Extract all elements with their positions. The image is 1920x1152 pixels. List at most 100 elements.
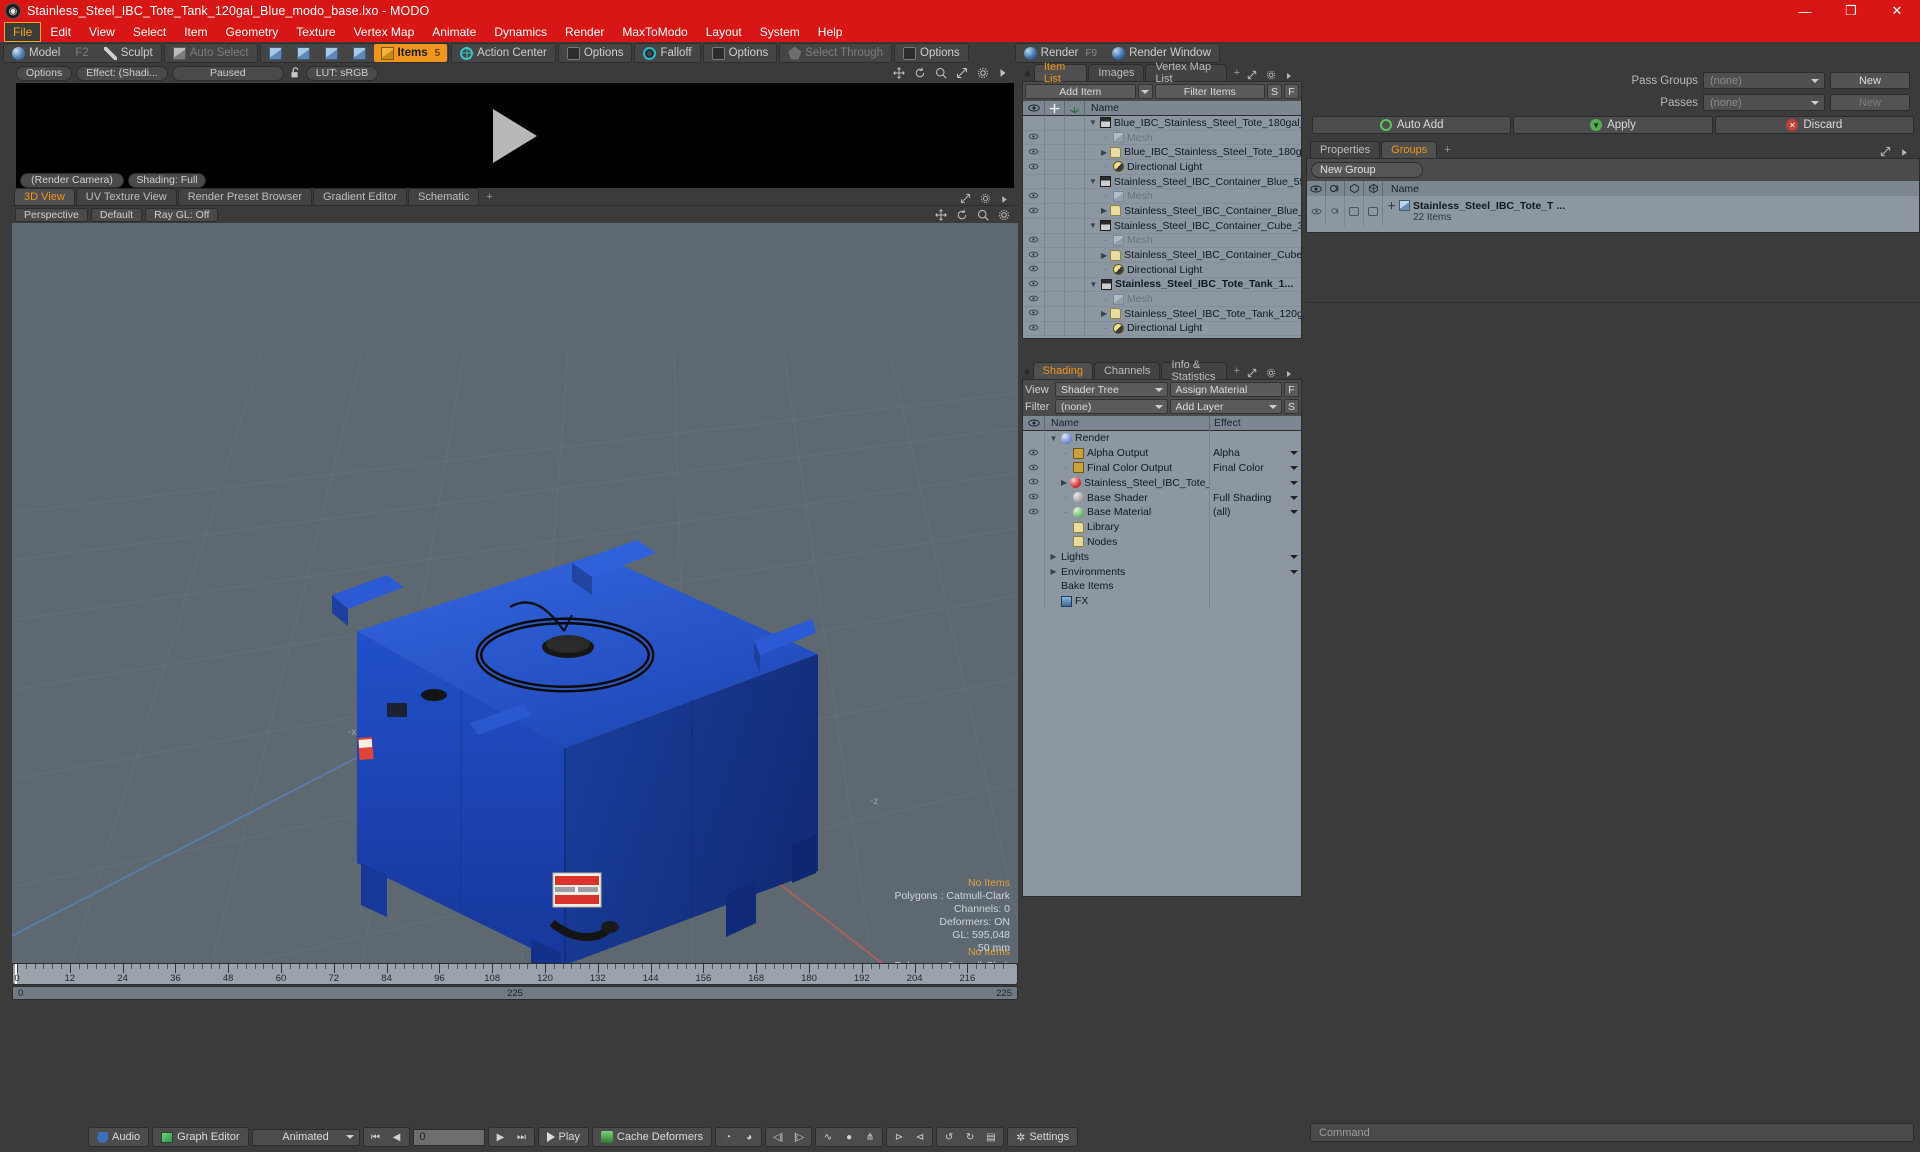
filter-selector[interactable]: (none) [1055,399,1168,414]
table-row[interactable]: ▼ Stainless_Steel_IBC_Tote_Tank_1... [1023,277,1301,293]
visibility-toggle[interactable] [1023,475,1045,491]
go-to-start-button[interactable]: ⏮ [366,1129,386,1146]
table-row[interactable]: ▼ Blue_IBC_Stainless_Steel_Tote_180gal_ .… [1023,116,1301,131]
move-cell[interactable] [1045,188,1065,204]
menu-item-edit[interactable]: Edit [41,22,80,42]
command-input[interactable]: Command [1310,1123,1914,1142]
select-through-options-button[interactable]: Options [896,44,967,62]
twisty-icon[interactable]: ▼ [1089,177,1097,186]
table-row[interactable]: ▶ Environments [1023,564,1301,579]
table-row[interactable]: Bake Items [1023,578,1301,594]
table-row[interactable]: FX [1023,593,1301,609]
twisty-icon[interactable]: · [1101,133,1110,142]
cache-deformers-button[interactable]: Cache Deformers [591,1127,713,1147]
axis-cell[interactable] [1065,277,1085,292]
polygon-mode-button[interactable] [318,44,345,62]
table-row[interactable]: ▶ Stainless_Steel_IBC_Container_Blue_ ... [1023,203,1301,219]
visibility-toggle[interactable] [1023,504,1045,520]
select-through-button[interactable]: Select Through [781,44,890,62]
axis-cell[interactable] [1065,159,1085,175]
table-row[interactable]: · Base Material (all) [1023,504,1301,520]
tab-item-list[interactable]: Item List [1033,61,1088,85]
tab-shading[interactable]: Shading [1032,362,1093,379]
set-key-icon[interactable]: ● [839,1129,859,1146]
move-cell[interactable] [1045,262,1065,278]
visibility-toggle[interactable] [1023,174,1045,189]
table-row[interactable]: ▶ Stainless_Steel_IBC_Container_Cube ... [1023,247,1301,263]
move-cell[interactable] [1045,233,1065,248]
add-key-icon[interactable]: ◔ [718,1129,738,1146]
add-item-button[interactable]: Add Item [1025,84,1136,99]
go-to-end-button[interactable]: ⏭ [512,1129,532,1146]
pass-groups-selector[interactable]: (none) [1703,72,1825,89]
remove-key-icon[interactable]: ◕ [739,1129,759,1146]
shader-tree-selector[interactable]: Shader Tree [1055,382,1168,397]
twisty-icon[interactable]: ▶ [1049,567,1058,576]
twisty-icon[interactable]: ▼ [1049,434,1058,443]
menu-item-select[interactable]: Select [124,22,175,42]
move-cell[interactable] [1045,144,1065,160]
add-item-dropdown[interactable] [1137,84,1153,99]
shader-tree[interactable]: ▼ Render · Alpha Output Alpha · Final Color Ou… [1023,431,1301,896]
tab-add-button[interactable]: + [1438,141,1456,158]
filter-items-button[interactable]: Filter Items [1154,84,1265,99]
expand-icon[interactable] [1880,146,1892,158]
twisty-icon[interactable]: · [1101,162,1110,171]
render-window-button[interactable]: Render Window [1105,44,1218,62]
group-shade-toggle[interactable] [1345,196,1364,226]
axis-cell[interactable] [1065,203,1085,219]
visibility-toggle[interactable] [1023,116,1045,131]
step-forward-button[interactable]: ▶ [491,1129,511,1146]
audio-button[interactable]: Audio [88,1127,150,1147]
tab-3d-view[interactable]: 3D View [14,188,75,205]
menu-item-item[interactable]: Item [175,22,216,42]
visibility-toggle[interactable] [1023,321,1045,336]
table-row[interactable]: ▼ Render [1023,431,1301,446]
menu-item-dynamics[interactable]: Dynamics [485,22,556,42]
visibility-toggle[interactable] [1023,519,1045,535]
visibility-toggle[interactable] [1023,218,1045,233]
tab-gradient-editor[interactable]: Gradient Editor [313,188,407,205]
menu-item-render[interactable]: Render [556,22,613,42]
tab-properties[interactable]: Properties [1310,141,1381,158]
discard-button[interactable]: ✕ Discard [1714,116,1914,134]
axis-cell[interactable] [1065,116,1085,131]
move-cell[interactable] [1045,130,1065,145]
twisty-icon[interactable]: · [1061,508,1070,517]
passes-new-button[interactable]: New [1830,94,1910,111]
twisty-icon[interactable]: ▶ [1101,148,1107,157]
new-group-button[interactable]: New Group [1311,162,1423,178]
menu-item-help[interactable]: Help [809,22,852,42]
render-button[interactable]: Render F9 [1017,44,1104,62]
expand-icon[interactable] [1247,69,1259,81]
twisty-icon[interactable]: ▶ [1101,309,1107,318]
twisty-icon[interactable]: · [1061,463,1070,472]
effect-cell[interactable] [1209,549,1301,565]
tab-add-button[interactable]: + [1228,362,1246,379]
action-center-button[interactable]: Action Center [453,44,554,62]
axis-cell[interactable] [1065,291,1085,307]
group-eye-toggle[interactable] [1307,196,1326,226]
tab-channels[interactable]: Channels [1093,362,1161,379]
group-render-toggle[interactable] [1326,196,1345,226]
effect-cell[interactable] [1209,578,1301,594]
preview-effect-button[interactable]: Effect: (Shadi... [76,65,168,81]
visibility-toggle[interactable] [1023,247,1045,263]
items-mode-button[interactable]: Items 5 [373,44,448,62]
unlocked-padlock-icon[interactable] [288,66,302,80]
gear-icon[interactable] [998,209,1010,221]
menu-item-vertex-map[interactable]: Vertex Map [345,22,424,42]
pass-groups-new-button[interactable]: New [1830,72,1910,89]
twisty-icon[interactable]: · [1101,236,1110,245]
render-camera-button[interactable]: (Render Camera) [20,172,124,188]
group-wire-toggle[interactable] [1364,196,1383,226]
visibility-toggle[interactable] [1023,188,1045,204]
tab-add-button[interactable]: + [480,188,498,205]
preview-status-button[interactable]: Paused [171,65,284,81]
visibility-toggle[interactable] [1023,291,1045,307]
expand-icon[interactable] [1247,367,1259,379]
visibility-toggle[interactable] [1023,144,1045,160]
axis-cell[interactable] [1065,233,1085,248]
effect-cell[interactable] [1209,475,1301,491]
axis-cell[interactable] [1065,321,1085,336]
